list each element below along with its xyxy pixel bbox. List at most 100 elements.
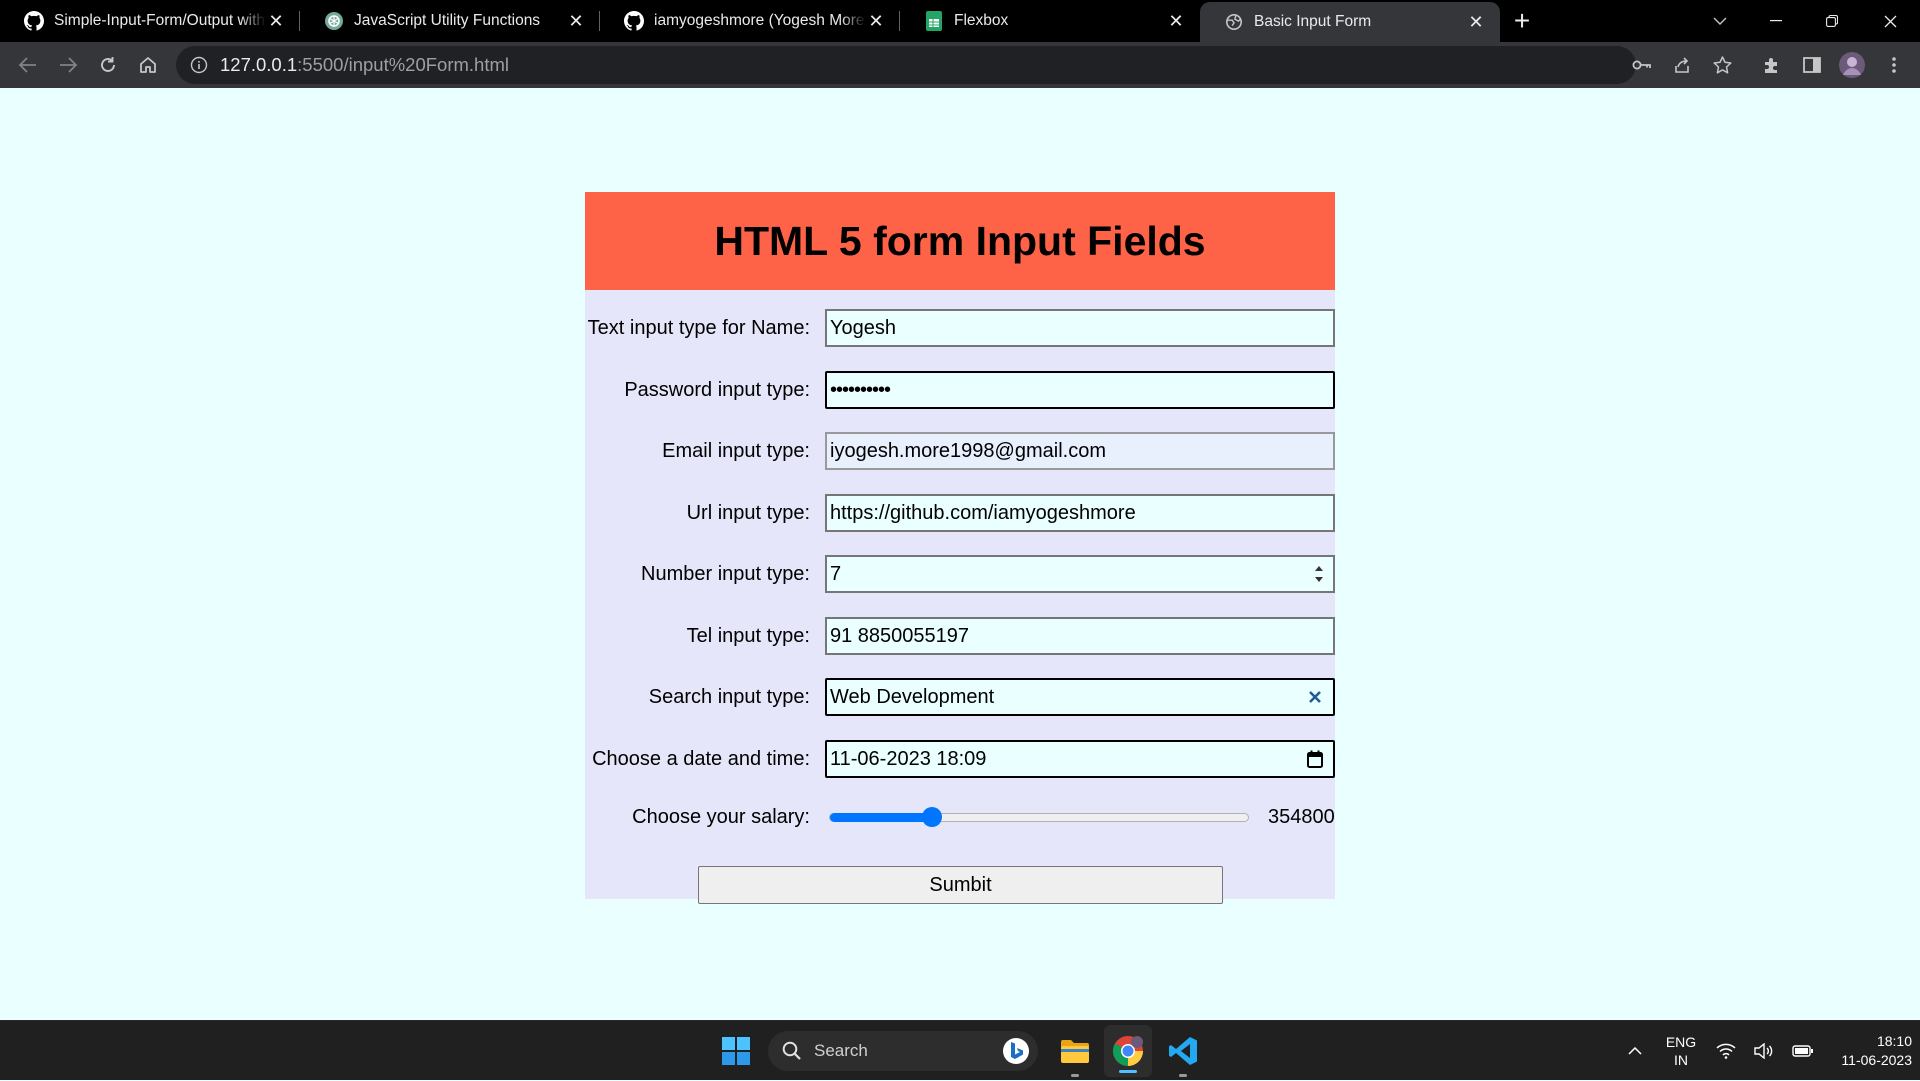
github-icon bbox=[24, 11, 44, 31]
tab-search-chevron-icon[interactable] bbox=[1700, 0, 1740, 42]
form-row-datetime: Choose a date and time: 11-06-2023 18:09 bbox=[585, 740, 1335, 778]
windows-start-icon[interactable] bbox=[716, 1021, 756, 1081]
search-label: Search bbox=[814, 1041, 868, 1060]
password-value: •••••••••• bbox=[830, 378, 891, 401]
globe-icon bbox=[1224, 12, 1244, 32]
close-icon[interactable]: ✕ bbox=[1166, 11, 1186, 31]
side-panel-icon[interactable] bbox=[1792, 45, 1832, 85]
close-icon[interactable]: ✕ bbox=[566, 11, 586, 31]
browser-tab-strip: Simple-Input-Form/Output with ✕ JavaScri… bbox=[0, 0, 1920, 42]
calendar-icon[interactable] bbox=[1303, 747, 1327, 771]
form-row-search: Search input type: Web Development bbox=[585, 678, 1335, 716]
search-icon bbox=[782, 1041, 802, 1061]
tab-flexbox[interactable]: Flexbox ✕ bbox=[900, 0, 1200, 42]
lang-region: IN bbox=[1674, 1052, 1688, 1068]
close-icon[interactable]: ✕ bbox=[866, 11, 886, 31]
bing-icon[interactable] bbox=[1002, 1037, 1030, 1065]
url-path: :5500/input%20Form.html bbox=[297, 54, 509, 75]
lang-code: ENG bbox=[1665, 1034, 1697, 1050]
slider-thumb[interactable] bbox=[922, 806, 943, 827]
clock[interactable]: 18:10 11-06-2023 bbox=[1812, 1021, 1912, 1081]
password-input[interactable]: •••••••••• bbox=[825, 371, 1335, 409]
show-hidden-icons-chevron-icon[interactable] bbox=[1620, 1021, 1650, 1081]
submit-button[interactable]: Sumbit bbox=[698, 866, 1223, 904]
page-viewport: HTML 5 form Input Fields Text input type… bbox=[0, 88, 1920, 1020]
minimize-icon[interactable] bbox=[1756, 0, 1796, 42]
salary-slider[interactable] bbox=[829, 798, 1249, 836]
language-indicator[interactable]: ENG IN bbox=[1660, 1021, 1702, 1081]
tab-title: Flexbox bbox=[954, 12, 1009, 29]
number-spinner[interactable] bbox=[1311, 559, 1327, 589]
close-icon[interactable]: ✕ bbox=[1466, 12, 1486, 32]
form-row-salary: Choose your salary: 354800 bbox=[585, 798, 1335, 836]
wifi-icon bbox=[1716, 1043, 1736, 1059]
running-indicator bbox=[1071, 1074, 1079, 1077]
volume-icon bbox=[1754, 1043, 1774, 1059]
close-icon[interactable]: ✕ bbox=[266, 11, 286, 31]
chatgpt-icon bbox=[324, 11, 344, 31]
tel-input[interactable]: 91 8850055197 bbox=[825, 617, 1335, 655]
clear-search-icon[interactable] bbox=[1303, 685, 1327, 709]
salary-value: 354800 bbox=[1268, 805, 1335, 828]
key-icon[interactable] bbox=[1622, 45, 1662, 85]
bookmark-star-icon[interactable] bbox=[1702, 45, 1742, 85]
number-label: Number input type: bbox=[641, 562, 810, 585]
taskbar-search[interactable]: Search bbox=[768, 1031, 1038, 1071]
profile-avatar[interactable] bbox=[1832, 45, 1872, 85]
file-explorer-icon[interactable] bbox=[1052, 1021, 1098, 1081]
browser-toolbar: 127.0.0.1:5500/input%20Form.html bbox=[0, 42, 1920, 88]
datetime-label: Choose a date and time: bbox=[592, 747, 810, 770]
tel-label: Tel input type: bbox=[686, 624, 810, 647]
form-title: HTML 5 form Input Fields bbox=[714, 217, 1206, 264]
active-indicator bbox=[1119, 1070, 1137, 1073]
tab-simple-input-form[interactable]: Simple-Input-Form/Output with ✕ bbox=[0, 0, 300, 42]
chrome-taskbar-icon[interactable] bbox=[1104, 1025, 1152, 1077]
tab-javascript-utility[interactable]: JavaScript Utility Functions ✕ bbox=[300, 0, 600, 42]
vscode-icon[interactable] bbox=[1160, 1021, 1206, 1081]
password-label: Password input type: bbox=[624, 378, 810, 401]
battery-icon bbox=[1792, 1044, 1814, 1058]
tel-value: 91 8850055197 bbox=[830, 624, 970, 647]
form-header: HTML 5 form Input Fields bbox=[585, 192, 1335, 290]
tab-title: JavaScript Utility Functions bbox=[354, 12, 541, 29]
tab-title: iamyogeshmore (Yogesh More) bbox=[654, 12, 866, 29]
number-input[interactable]: 7 bbox=[825, 555, 1335, 593]
form-row-tel: Tel input type: 91 8850055197 bbox=[585, 617, 1335, 655]
form-row-url: Url input type: https://github.com/iamyo… bbox=[585, 494, 1335, 532]
email-value: iyogesh.more1998@gmail.com bbox=[830, 439, 1106, 462]
window-close-icon[interactable] bbox=[1870, 0, 1910, 42]
share-icon[interactable] bbox=[1662, 45, 1702, 85]
site-info-icon[interactable] bbox=[190, 56, 208, 74]
datetime-value: 11-06-2023 18:09 bbox=[830, 747, 987, 770]
windows-taskbar: Search ENG IN 18:10 11-06-2023 bbox=[0, 1020, 1920, 1080]
clock-date: 11-06-2023 bbox=[1841, 1052, 1912, 1068]
datetime-input[interactable]: 11-06-2023 18:09 bbox=[825, 740, 1335, 778]
clock-time: 18:10 bbox=[1876, 1033, 1912, 1049]
reload-icon[interactable] bbox=[88, 45, 128, 85]
slider-track bbox=[829, 806, 1249, 827]
name-input[interactable]: Yogesh bbox=[825, 309, 1335, 347]
address-bar[interactable]: 127.0.0.1:5500/input%20Form.html bbox=[176, 46, 1636, 84]
name-label: Text input type for Name: bbox=[587, 316, 810, 339]
new-tab-button[interactable]: + bbox=[1500, 0, 1544, 42]
more-menu-icon[interactable] bbox=[1874, 45, 1914, 85]
tab-basic-input-form[interactable]: Basic Input Form ✕ bbox=[1200, 2, 1500, 42]
back-arrow-icon[interactable] bbox=[8, 45, 48, 85]
search-input[interactable]: Web Development bbox=[825, 678, 1335, 716]
form-row-name: Text input type for Name: Yogesh bbox=[585, 309, 1335, 347]
extensions-puzzle-icon[interactable] bbox=[1752, 45, 1792, 85]
slider-fill bbox=[830, 812, 933, 822]
form-row-email: Email input type: iyogesh.more1998@gmail… bbox=[585, 432, 1335, 470]
forward-arrow-icon[interactable] bbox=[48, 45, 88, 85]
tab-iamyogeshmore[interactable]: iamyogeshmore (Yogesh More) ✕ bbox=[600, 0, 900, 42]
search-label: Search input type: bbox=[648, 685, 810, 708]
restore-icon[interactable] bbox=[1812, 0, 1852, 42]
email-input[interactable]: iyogesh.more1998@gmail.com bbox=[825, 432, 1335, 470]
home-icon[interactable] bbox=[128, 45, 168, 85]
quick-settings[interactable] bbox=[1716, 1021, 1814, 1081]
email-label: Email input type: bbox=[662, 439, 810, 462]
name-value: Yogesh bbox=[830, 316, 896, 339]
url-input[interactable]: https://github.com/iamyogeshmore bbox=[825, 494, 1335, 532]
tab-title: Simple-Input-Form/Output with bbox=[54, 12, 266, 29]
tab-title: Basic Input Form bbox=[1254, 13, 1372, 30]
